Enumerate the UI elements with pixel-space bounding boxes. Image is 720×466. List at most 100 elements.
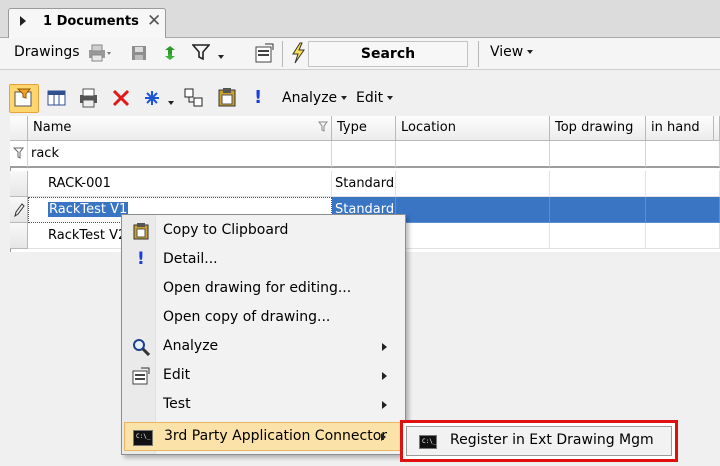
column-header-top-drawing[interactable]: Top drawing	[550, 116, 646, 141]
menu-item-edit[interactable]: Edit	[124, 362, 403, 391]
snowflake-icon	[145, 91, 159, 105]
table-row-in-hand-cell[interactable]	[646, 171, 720, 197]
tab-expand-arrow-icon[interactable]	[20, 16, 26, 26]
pencil-icon	[14, 203, 25, 218]
submenu-item-label: Register in Ext Drawing Mgm	[450, 432, 654, 448]
detail-exclamation-icon[interactable]: !	[254, 87, 262, 108]
edit-menu[interactable]: Edit	[356, 90, 393, 106]
console-icon	[419, 435, 437, 449]
table-row-location-cell-selected[interactable]	[396, 197, 550, 223]
delete-icon[interactable]	[111, 88, 131, 112]
row-header[interactable]	[10, 223, 28, 249]
table-row-top-drawing-cell[interactable]	[550, 171, 646, 197]
column-header-type[interactable]: Type	[332, 116, 396, 141]
view-menu[interactable]: View	[490, 44, 533, 60]
lightning-icon[interactable]	[290, 42, 306, 68]
console-icon	[133, 430, 153, 446]
menu-item-analyze[interactable]: Analyze	[124, 333, 403, 362]
table-row-name-cell[interactable]: RACK-001	[28, 171, 332, 197]
column-header-label: Type	[337, 120, 367, 135]
column-header-in-hand[interactable]: in hand	[646, 116, 714, 141]
context-menu: Copy to Clipboard ! Detail... Open drawi…	[121, 214, 406, 455]
table-row-top-drawing-cell-selected[interactable]	[550, 197, 646, 223]
exclamation-icon: !	[137, 249, 145, 269]
column-header-name[interactable]: Name	[28, 116, 332, 141]
menu-item-label: Open copy of drawing...	[163, 309, 331, 325]
column-header-label: Top drawing	[555, 120, 634, 135]
magnifier-icon	[133, 339, 150, 356]
toolbar-separator	[282, 41, 283, 67]
column-header-label: Name	[33, 120, 72, 135]
print-preview-icon[interactable]	[78, 88, 100, 112]
hierarchy-icon[interactable]	[184, 88, 204, 112]
clipboard-icon	[133, 223, 149, 240]
name-filter-input[interactable]: rack	[28, 141, 332, 168]
filter-row-header	[10, 141, 28, 168]
menu-item-detail[interactable]: ! Detail...	[124, 246, 403, 275]
tab-documents[interactable]: 1 Documents ✕	[8, 8, 166, 38]
analyze-menu[interactable]: Analyze	[282, 90, 347, 106]
search-button[interactable]: Search	[308, 41, 468, 67]
menu-item-label: 3rd Party Application Connector	[164, 428, 388, 444]
filter-icon	[13, 147, 24, 159]
search-button-label: Search	[360, 46, 416, 62]
location-filter-input[interactable]	[396, 141, 550, 168]
top-drawing-filter-input[interactable]	[550, 141, 646, 168]
column-header-overflow	[714, 116, 720, 141]
menu-item-label: Edit	[163, 367, 191, 383]
column-filter-icon[interactable]	[318, 121, 328, 137]
column-header-location[interactable]: Location	[396, 116, 550, 141]
cell-text: RackTest V2	[48, 228, 127, 243]
menu-item-open-copy-of-drawing[interactable]: Open copy of drawing...	[124, 304, 403, 333]
cell-text: RACK-001	[48, 176, 111, 191]
table-row-location-cell[interactable]	[396, 223, 550, 249]
columns-icon[interactable]	[47, 89, 67, 111]
tab-close-icon[interactable]: ✕	[147, 11, 161, 31]
table-row-in-hand-cell-selected[interactable]	[646, 197, 720, 223]
submenu-arrow-icon	[382, 343, 387, 351]
clipboard-icon[interactable]	[217, 87, 237, 111]
filter-icon	[191, 44, 211, 61]
submenu-arrow-icon	[382, 372, 387, 380]
menu-item-3rd-party-application-connector[interactable]: 3rd Party Application Connector	[124, 422, 403, 451]
row-header-editing[interactable]	[10, 197, 28, 223]
menu-item-open-drawing-for-editing[interactable]: Open drawing for editing...	[124, 275, 403, 304]
filter-dropdown[interactable]	[191, 44, 224, 64]
column-header-label: in hand	[651, 120, 700, 135]
menu-item-copy-to-clipboard[interactable]: Copy to Clipboard	[124, 217, 403, 246]
cell-text: Standard	[335, 176, 395, 191]
menu-item-label: Copy to Clipboard	[163, 222, 289, 238]
submenu-arrow-icon	[381, 433, 386, 441]
menu-item-label: Open drawing for editing...	[163, 280, 352, 296]
table-row-location-cell[interactable]	[396, 171, 550, 197]
table-row-type-cell[interactable]: Standard	[332, 171, 396, 197]
name-filter-value: rack	[31, 146, 59, 161]
highlight-annotation-frame: Register in Ext Drawing Mgm	[400, 420, 678, 462]
menu-item-label: Detail...	[163, 251, 218, 267]
snowflake-dropdown[interactable]	[144, 90, 174, 110]
menu-item-label: Test	[163, 396, 191, 412]
filter-row-toggle-button[interactable]	[9, 84, 39, 113]
toolbar-separator	[478, 41, 479, 67]
save-icon[interactable]	[131, 45, 147, 65]
table-row-in-hand-cell[interactable]	[646, 223, 720, 249]
menu-item-test[interactable]: Test	[124, 391, 403, 420]
table-row-top-drawing-cell[interactable]	[550, 223, 646, 249]
type-filter-input[interactable]	[332, 141, 396, 168]
row-header[interactable]	[10, 171, 28, 197]
properties-icon	[132, 367, 150, 385]
cell-text: RackTest V1	[48, 202, 129, 217]
submenu-arrow-icon	[382, 401, 387, 409]
filter-row-icon	[14, 88, 32, 107]
in-hand-filter-input[interactable]	[646, 141, 720, 168]
main-toolbar: Drawings Search View	[0, 38, 720, 70]
row-header-corner	[10, 116, 28, 141]
refresh-icon[interactable]	[162, 44, 178, 66]
drawings-label: Drawings	[14, 44, 80, 60]
submenu-register-in-ext-drawing-mgm[interactable]: Register in Ext Drawing Mgm	[406, 426, 672, 456]
properties-icon[interactable]	[255, 43, 275, 67]
print-icon[interactable]	[86, 44, 112, 66]
tab-label: 1 Documents	[43, 14, 139, 29]
tab-strip: 1 Documents ✕	[0, 0, 720, 38]
menu-item-label: Analyze	[163, 338, 219, 354]
